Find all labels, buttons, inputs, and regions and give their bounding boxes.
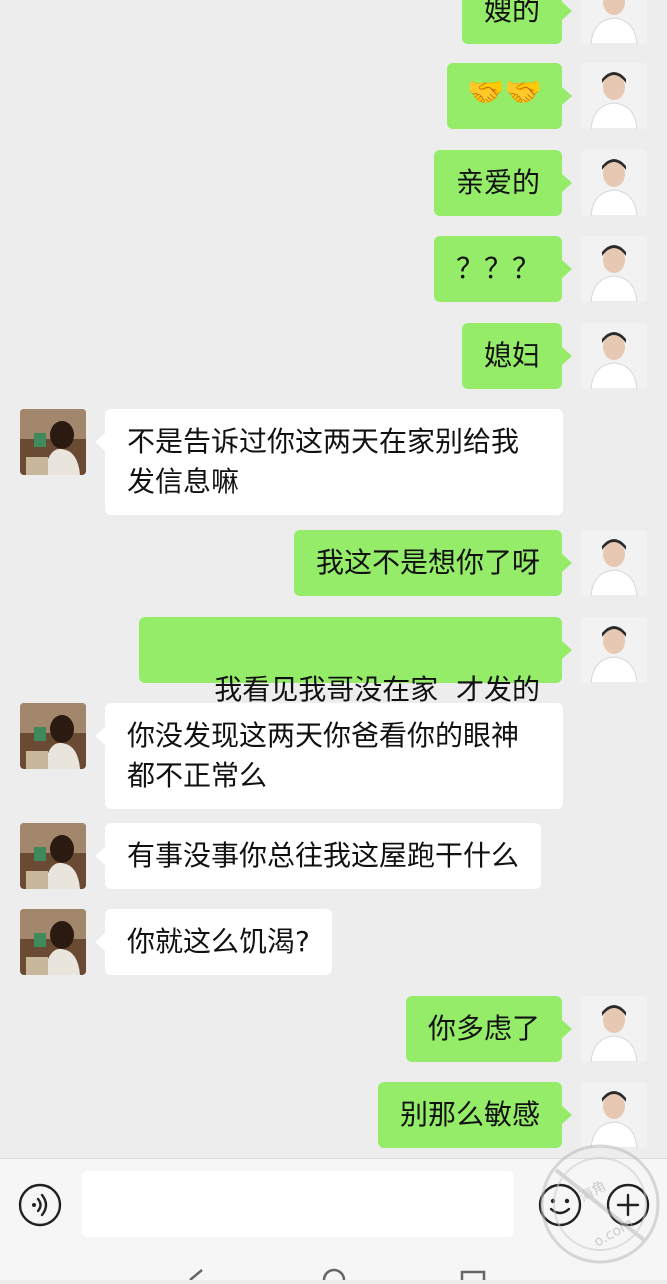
message-bubble-received[interactable]: 不是告诉过你这两天在家别给我发信息嘛 [95, 409, 563, 515]
contact-avatar[interactable] [20, 823, 86, 889]
message-row: 你就这么饥渴? [0, 909, 667, 975]
message-row: 别那么敏感 [0, 1082, 667, 1148]
my-avatar[interactable] [581, 323, 647, 389]
my-avatar[interactable] [581, 1082, 647, 1148]
my-avatar[interactable] [581, 996, 647, 1062]
message-text: 你就这么饥渴? [127, 925, 310, 958]
my-avatar[interactable] [581, 150, 647, 216]
message-bubble-sent[interactable]: 嫂的 [461, 0, 573, 44]
emoji-icon [538, 1183, 582, 1227]
nav-buttons-icon [189, 1268, 486, 1284]
message-text: 你没发现这两天你爸看你的眼神都不正常么 [127, 719, 520, 792]
message-bubble-sent[interactable]: 🤝🤝 [447, 63, 572, 129]
my-avatar[interactable] [581, 63, 647, 129]
message-text: 不是告诉过你这两天在家别给我发信息嘛 [127, 425, 520, 498]
contact-avatar[interactable] [20, 909, 86, 975]
message-bubble-received[interactable]: 你就这么饥渴? [95, 909, 332, 975]
message-bubble-sent[interactable]: 别那么敏感 [377, 1082, 573, 1148]
emoji-button[interactable] [538, 1183, 582, 1227]
voice-icon [18, 1183, 62, 1227]
message-row: ？？？ [0, 236, 667, 302]
message-text: 你多虑了 [427, 1012, 540, 1045]
plus-icon [606, 1183, 650, 1227]
voice-button[interactable] [18, 1183, 62, 1227]
message-text: 有事没事你总往我这屋跑干什么 [127, 839, 520, 872]
my-avatar[interactable] [581, 530, 647, 596]
message-row: 媳妇 [0, 323, 667, 389]
chat-message-list[interactable]: 嫂的 🤝🤝 亲爱的 ？？？ 媳妇 不是告诉过你这两天在家别给我发信息嘛 我这不是… [0, 0, 667, 1158]
message-row: 不是告诉过你这两天在家别给我发信息嘛 [0, 409, 667, 515]
more-button[interactable] [606, 1183, 650, 1227]
message-row: 我看见我哥没在家 才发的 [0, 617, 667, 706]
message-bubble-sent[interactable]: 亲爱的 [433, 150, 573, 216]
my-avatar[interactable] [581, 617, 647, 683]
message-bubble-sent[interactable]: ？？？ [433, 236, 573, 302]
message-emoji: 🤝🤝 [467, 75, 542, 110]
message-text: 别那么敏感 [399, 1098, 540, 1131]
message-row: 🤝🤝 [0, 63, 667, 129]
message-bubble-received[interactable]: 有事没事你总往我这屋跑干什么 [94, 823, 542, 889]
contact-avatar[interactable] [20, 703, 86, 769]
message-row: 亲爱的 [0, 150, 667, 216]
message-text: 我看见我哥没在家 才发的 [214, 673, 540, 706]
message-input[interactable] [82, 1171, 514, 1237]
contact-avatar[interactable] [20, 409, 86, 475]
message-row: 我这不是想你了呀 [0, 530, 667, 596]
message-text: 亲爱的 [455, 166, 540, 199]
message-row: 嫂的 [0, 0, 667, 44]
message-bubble-sent[interactable]: 媳妇 [461, 323, 573, 389]
message-text: 媳妇 [483, 339, 540, 372]
message-text: 嫂的 [483, 0, 540, 27]
chat-input-bar [0, 1158, 667, 1259]
message-text: 我这不是想你了呀 [315, 546, 540, 579]
message-bubble-sent[interactable]: 你多虑了 [405, 996, 573, 1062]
message-text: ？？？ [455, 252, 540, 285]
message-bubble-sent[interactable]: 我看见我哥没在家 才发的 [138, 617, 573, 706]
my-avatar[interactable] [581, 0, 647, 44]
message-bubble-sent[interactable]: 我这不是想你了呀 [293, 530, 573, 596]
system-navigation-bar [0, 1258, 667, 1284]
message-row: 你没发现这两天你爸看你的眼神都不正常么 [0, 703, 667, 809]
message-row: 你多虑了 [0, 996, 667, 1062]
my-avatar[interactable] [581, 236, 647, 302]
message-row: 有事没事你总往我这屋跑干什么 [0, 823, 667, 889]
message-bubble-received[interactable]: 你没发现这两天你爸看你的眼神都不正常么 [95, 703, 563, 809]
